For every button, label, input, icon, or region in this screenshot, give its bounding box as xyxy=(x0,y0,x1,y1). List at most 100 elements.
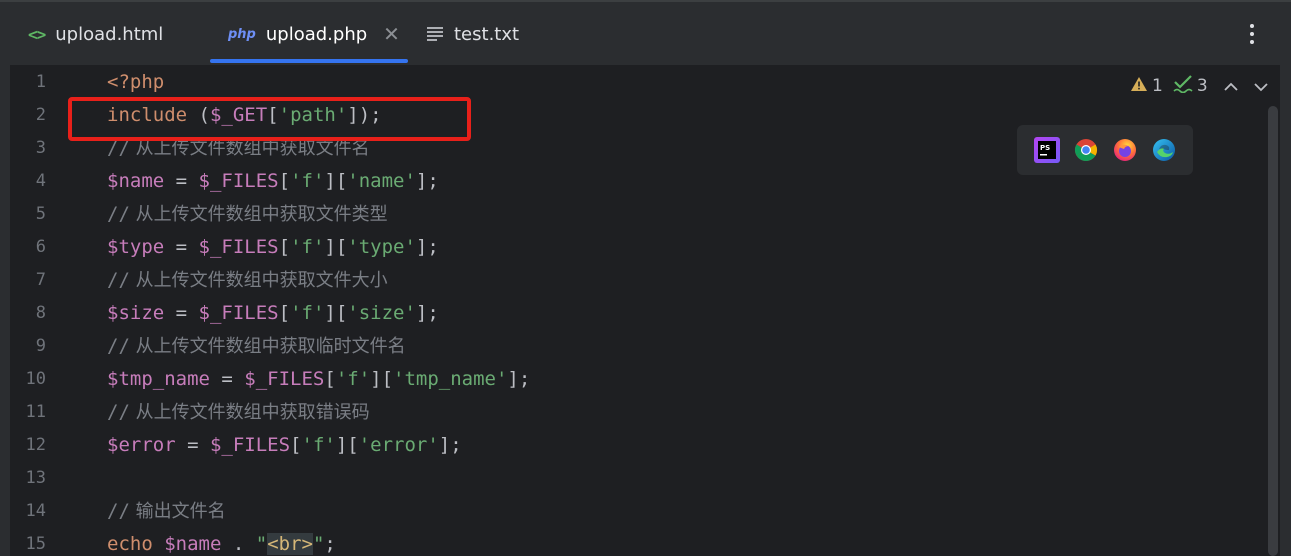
variable: $name xyxy=(107,170,165,192)
variable: $_FILES xyxy=(198,236,279,258)
punct: ][ xyxy=(324,170,348,192)
punct: ]; xyxy=(415,236,439,258)
comment-slash: // xyxy=(107,500,130,522)
tab-upload-html[interactable]: <> upload.html xyxy=(28,3,163,65)
variable: $type xyxy=(107,236,165,258)
punct: ]; xyxy=(415,170,439,192)
string: 'error' xyxy=(358,434,439,456)
code-line-14: // 输出文件名 xyxy=(107,495,226,528)
string: " xyxy=(312,533,325,555)
comment-slash: // xyxy=(107,269,130,291)
line-number: 7 xyxy=(35,270,46,290)
comment-text: 从上传文件数组中获取文件类型 xyxy=(129,204,388,225)
string: 'tmp_name' xyxy=(393,368,508,390)
window-top-border xyxy=(0,0,1291,2)
variable: $_FILES xyxy=(209,434,291,456)
string: 'f' xyxy=(301,434,336,456)
chevron-down-icon[interactable] xyxy=(1254,77,1268,96)
checks-count[interactable]: 3 xyxy=(1173,74,1208,98)
line-number: 9 xyxy=(35,336,46,356)
punct xyxy=(153,533,164,555)
comment-slash: // xyxy=(107,335,130,357)
string: 'size' xyxy=(347,302,416,324)
variable: $_FILES xyxy=(198,170,279,192)
editor-tab-bar: <> upload.html php upload.php ✕ test.txt xyxy=(10,3,1280,66)
warning-icon xyxy=(1130,76,1148,97)
inspection-widget[interactable]: 1 3 xyxy=(1130,74,1268,98)
warnings-count[interactable]: 1 xyxy=(1130,76,1163,97)
checks-value: 3 xyxy=(1196,76,1208,96)
svg-text:PS: PS xyxy=(1040,144,1050,152)
active-tab-indicator xyxy=(210,59,408,63)
comment-text: 输出文件名 xyxy=(129,501,226,522)
punct: ]; xyxy=(507,368,531,390)
chrome-icon[interactable] xyxy=(1073,137,1099,163)
punct: ]; xyxy=(415,302,439,324)
variable: $_FILES xyxy=(198,302,279,324)
php-open-tag: <?php xyxy=(107,71,165,93)
tab-label: upload.html xyxy=(55,23,164,45)
warnings-value: 1 xyxy=(1152,76,1163,96)
edge-icon[interactable] xyxy=(1151,137,1177,163)
punct: [ xyxy=(290,434,302,456)
line-number: 11 xyxy=(25,402,46,422)
line-number: 8 xyxy=(35,303,46,323)
red-highlight-box xyxy=(68,97,471,141)
string: 'f' xyxy=(335,368,371,390)
html-file-icon: <> xyxy=(28,24,46,44)
comment-text: 从上传文件数组中获取临时文件名 xyxy=(129,336,406,357)
string: 'type' xyxy=(347,236,416,258)
code-line-8: $size = $_FILES['f']['size']; xyxy=(107,297,439,330)
vertical-scrollbar[interactable] xyxy=(1268,106,1278,556)
typo-check-icon xyxy=(1173,74,1193,98)
text-file-icon xyxy=(426,26,444,42)
line-number-gutter: 1 2 3 4 5 6 7 8 9 10 11 12 13 14 15 xyxy=(10,66,70,556)
code-line-15: echo $name . "<br>"; xyxy=(107,528,336,556)
punct: = xyxy=(164,302,199,324)
comment-slash: // xyxy=(107,401,130,423)
string: 'f' xyxy=(290,302,325,324)
punct: ][ xyxy=(324,302,348,324)
line-number: 3 xyxy=(35,138,46,158)
variable: $error xyxy=(107,434,176,456)
variable: $name xyxy=(164,533,222,555)
comment-slash: // xyxy=(107,203,130,225)
line-number: 15 xyxy=(25,534,46,554)
string: 'name' xyxy=(347,170,416,192)
chevron-up-icon[interactable] xyxy=(1224,77,1238,96)
line-number: 10 xyxy=(25,369,46,389)
punct: ][ xyxy=(335,434,359,456)
code-editor[interactable]: 1 2 3 4 5 6 7 8 9 10 11 12 13 14 15 <?ph… xyxy=(10,66,1280,556)
punct: = xyxy=(164,236,199,258)
punct: = xyxy=(209,368,245,390)
code-line-4: $name = $_FILES['f']['name']; xyxy=(107,165,439,198)
browser-preview-popup: PS xyxy=(1017,125,1193,175)
code-line-12: $error = $_FILES['f']['error']; xyxy=(107,429,462,462)
comment-text: 从上传文件数组中获取错误码 xyxy=(129,402,370,423)
php-file-icon: php xyxy=(228,26,256,42)
tab-label: upload.php xyxy=(265,23,368,45)
tab-test-txt[interactable]: test.txt xyxy=(426,3,519,65)
firefox-icon[interactable] xyxy=(1112,137,1138,163)
close-tab-icon[interactable]: ✕ xyxy=(383,22,400,46)
punct: . xyxy=(221,533,256,555)
tab-label: test.txt xyxy=(454,23,520,45)
punct: ][ xyxy=(324,236,348,258)
line-number: 6 xyxy=(35,237,46,257)
punct: = xyxy=(164,170,199,192)
variable: $_FILES xyxy=(244,368,325,390)
tab-upload-php[interactable]: php upload.php ✕ xyxy=(228,3,400,65)
comment-text: 从上传文件数组中获取文件大小 xyxy=(129,270,388,291)
punct: = xyxy=(175,434,210,456)
punct: [ xyxy=(324,368,336,390)
phpstorm-icon[interactable]: PS xyxy=(1033,137,1060,163)
html-tag-in-string: <br> xyxy=(267,533,313,555)
variable: $size xyxy=(107,302,165,324)
code-line-9: // 从上传文件数组中获取临时文件名 xyxy=(107,330,406,363)
more-options-icon[interactable] xyxy=(1240,17,1264,51)
comment-text: 从上传文件数组中获取文件名 xyxy=(129,138,370,159)
punct: ; xyxy=(324,533,336,555)
line-number: 12 xyxy=(25,435,46,455)
line-number: 2 xyxy=(35,105,46,125)
line-number: 4 xyxy=(35,171,46,191)
